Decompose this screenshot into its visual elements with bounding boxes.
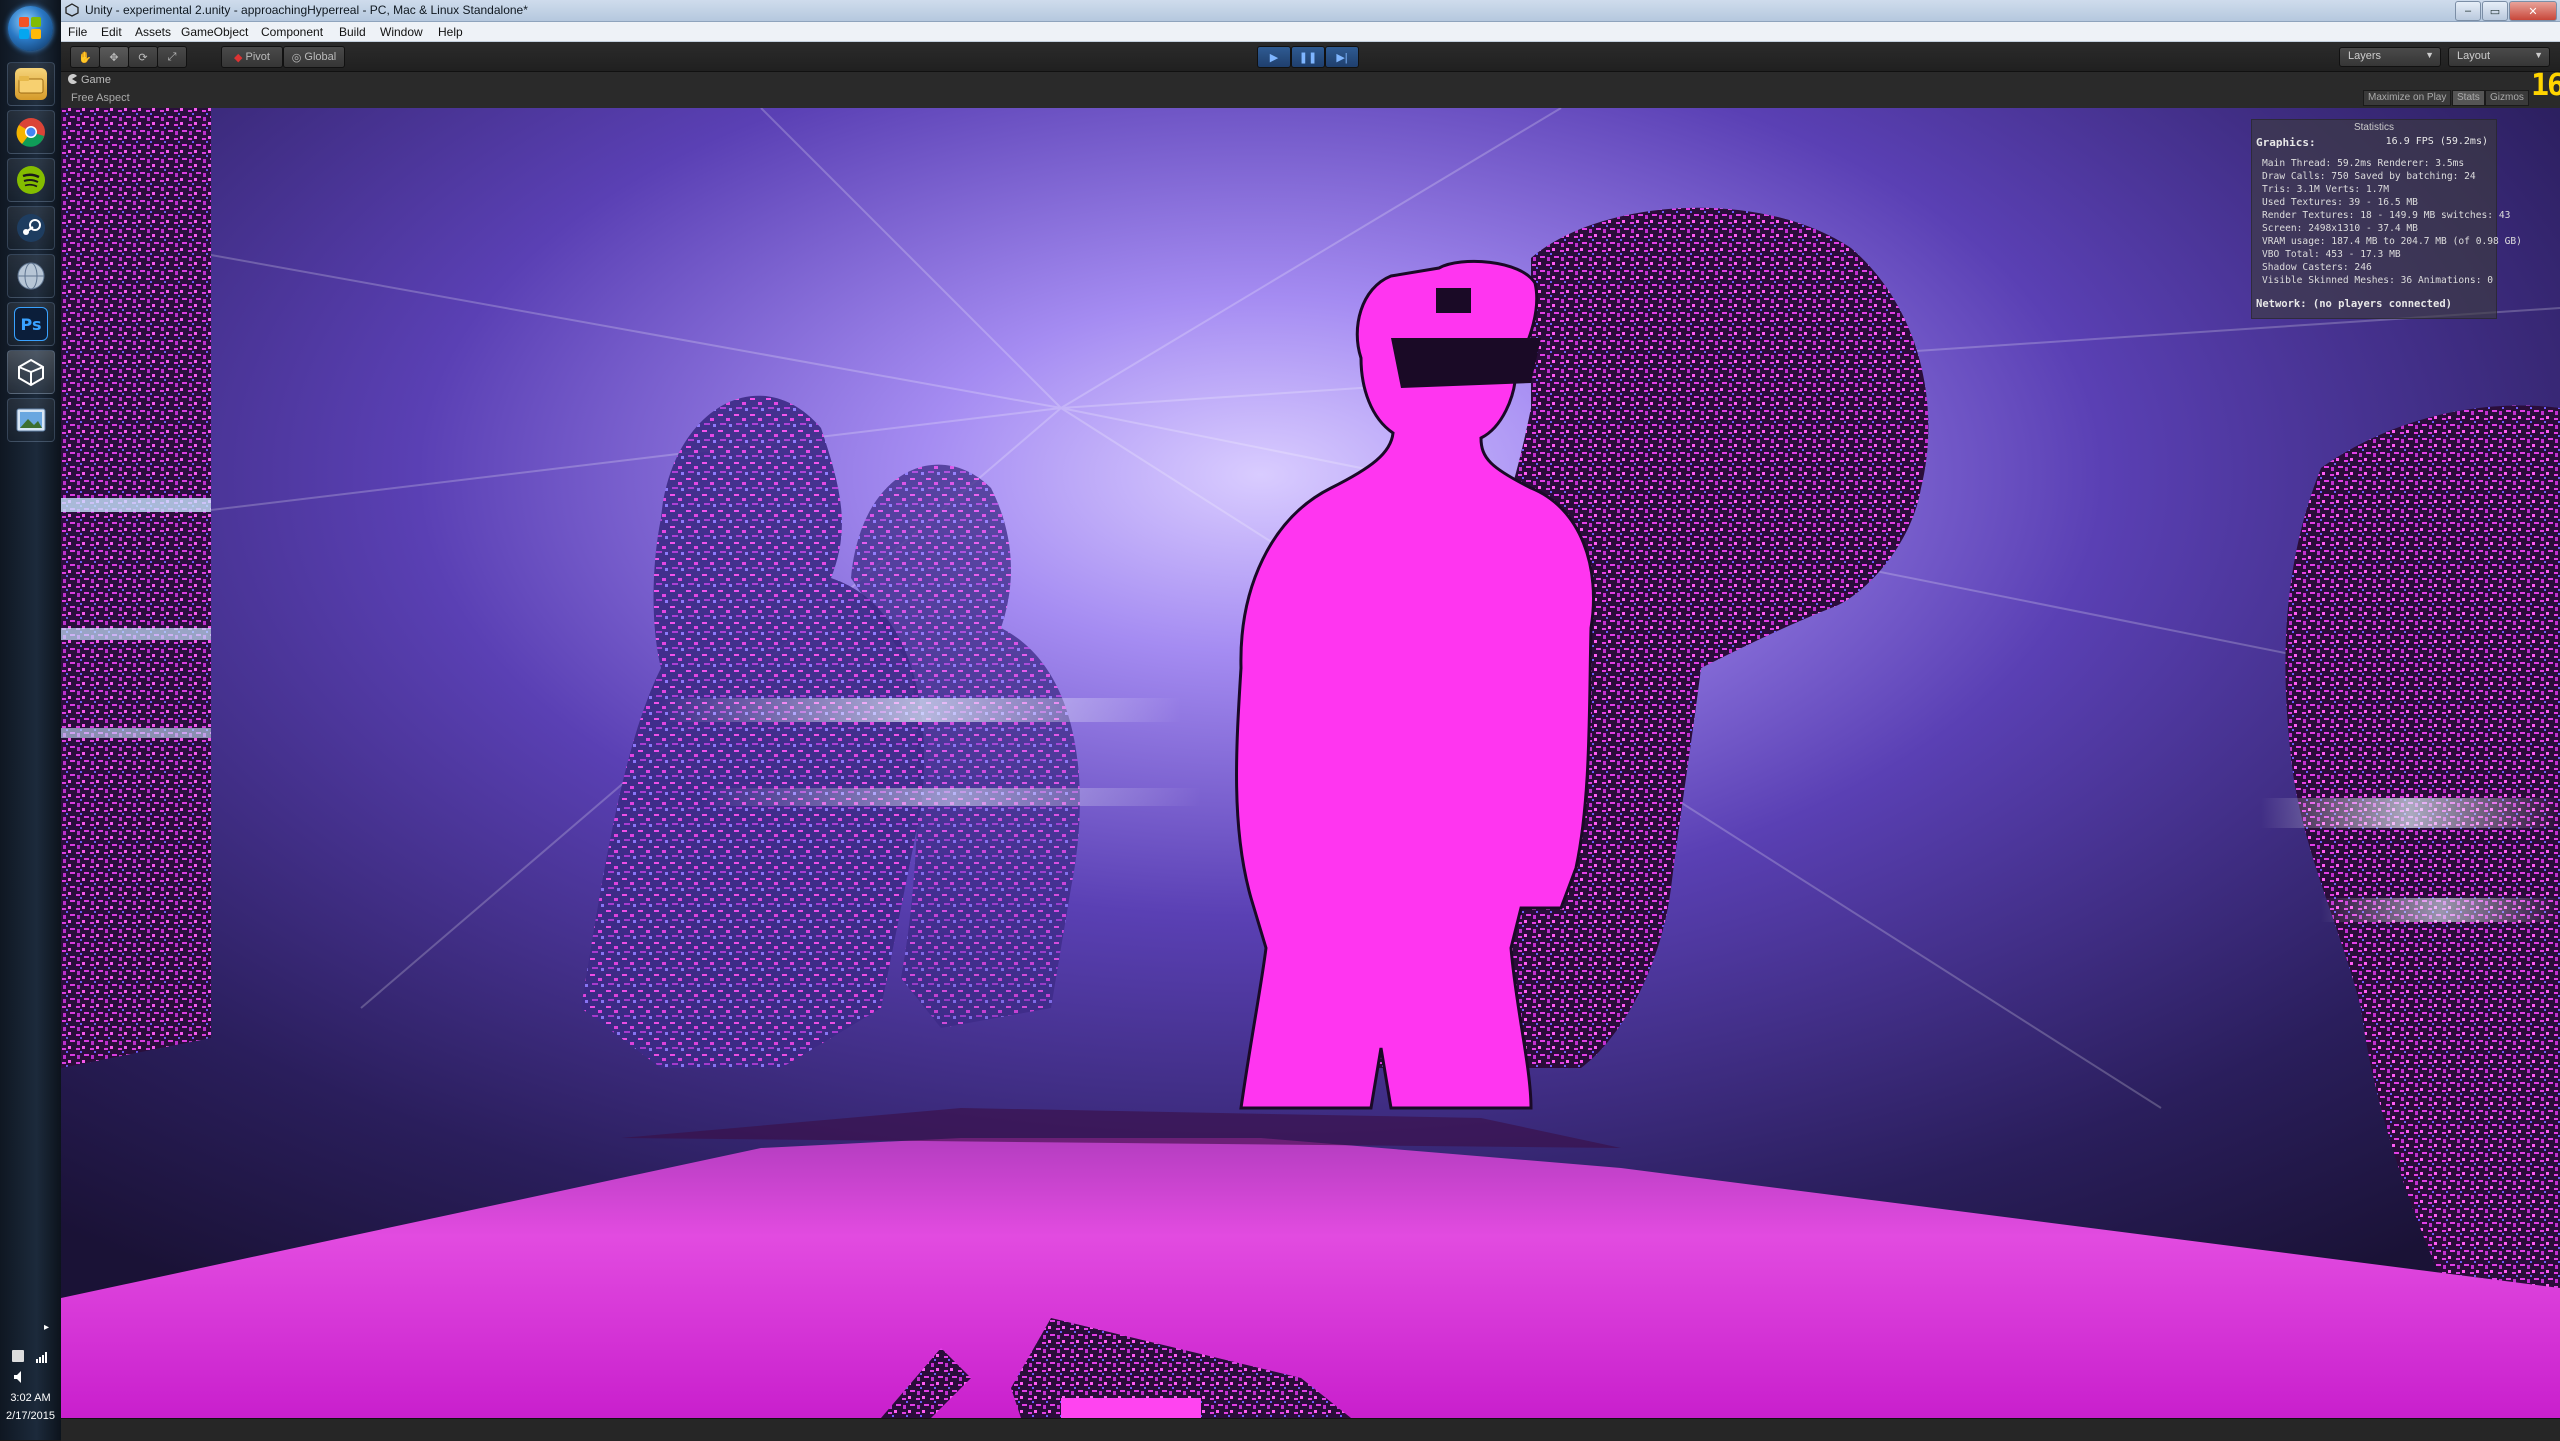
main-toolbar: ✋ ✥ ⟳ ⤢ ◆ Pivot ◎ Global ▶ ❚❚ ▶| Layers …	[61, 42, 2560, 72]
pivot-icon: ◆	[234, 51, 243, 64]
menu-gameobject[interactable]: GameObject	[181, 25, 248, 39]
network-tray-icon[interactable]	[36, 1350, 48, 1363]
taskbar-app[interactable]	[7, 254, 55, 298]
flag-tray-icon[interactable]	[12, 1350, 24, 1362]
taskbar-spotify[interactable]	[7, 158, 55, 202]
tray-expand-icon[interactable]: ▸	[44, 1322, 56, 1334]
photoshop-icon: Ps	[14, 307, 48, 341]
taskbar-steam[interactable]	[7, 206, 55, 250]
unity-editor-window: Unity - experimental 2.unity - approachi…	[61, 0, 2560, 1441]
stat-line: Main Thread: 59.2ms Renderer: 3.5ms	[2262, 158, 2465, 169]
taskbar-photoshop[interactable]: Ps	[7, 302, 55, 346]
chevron-down-icon: ▼	[2425, 50, 2434, 60]
layers-dropdown[interactable]: Layers ▼	[2339, 47, 2441, 67]
tab-game-label: Game	[81, 74, 111, 86]
minimize-button[interactable]: –	[2455, 1, 2481, 21]
scale-icon: ⤢	[167, 50, 177, 63]
stat-line: VBO Total: 453 - 17.3 MB	[2262, 249, 2401, 260]
hand-icon: ✋	[78, 51, 92, 64]
maximize-button[interactable]: ▭	[2482, 1, 2508, 21]
menu-edit[interactable]: Edit	[101, 25, 122, 39]
windows-flag-icon	[19, 17, 42, 40]
globe-icon	[15, 260, 47, 292]
stat-line: VRAM usage: 187.4 MB to 204.7 MB (of 0.9…	[2262, 236, 2522, 247]
pause-icon: ❚❚	[1298, 51, 1318, 64]
volume-tray-icon[interactable]	[14, 1370, 26, 1383]
tab-game[interactable]: Game	[67, 74, 111, 90]
stat-line: Shadow Casters: 246	[2262, 262, 2372, 273]
window-titlebar[interactable]: Unity - experimental 2.unity - approachi…	[61, 0, 2560, 22]
step-icon: ▶|	[1336, 51, 1348, 64]
stat-line: Draw Calls: 750 Saved by batching: 24	[2262, 171, 2476, 182]
game-view[interactable]: Statistics Graphics: 16.9 FPS (59.2ms) M…	[61, 108, 2560, 1418]
taskbar-chrome[interactable]	[7, 110, 55, 154]
spotify-icon	[15, 164, 47, 196]
menu-component[interactable]: Component	[261, 25, 323, 39]
stats-graphics-label: Graphics:	[2256, 136, 2316, 149]
taskbar-unity[interactable]	[7, 350, 55, 394]
global-icon: ◎	[291, 51, 302, 64]
layout-label: Layout	[2457, 50, 2491, 62]
stats-fps: 16.9 FPS (59.2ms)	[2385, 136, 2488, 147]
stat-line: Screen: 2498x1310 - 37.4 MB	[2262, 223, 2418, 234]
photo-viewer-icon	[15, 404, 47, 436]
game-render	[61, 108, 2560, 1418]
status-bar	[61, 1418, 2560, 1441]
chevron-down-icon: ▼	[2534, 50, 2543, 60]
play-icon: ▶	[1269, 51, 1279, 64]
stat-line: Tris: 3.1M Verts: 1.7M	[2262, 184, 2390, 195]
rotate-tool-button[interactable]: ⟳	[128, 46, 158, 68]
rotate-icon: ⟳	[138, 51, 148, 64]
step-button[interactable]: ▶|	[1325, 46, 1359, 68]
scale-tool-button[interactable]: ⤢	[157, 46, 187, 68]
stat-line: Used Textures: 39 - 16.5 MB	[2262, 197, 2418, 208]
unity-icon	[65, 3, 79, 17]
move-icon: ✥	[109, 51, 119, 64]
layers-label: Layers	[2348, 50, 2382, 62]
start-button[interactable]	[8, 6, 53, 51]
stat-line: Visible Skinned Meshes: 36 Animations: 0	[2262, 275, 2494, 286]
stats-title: Statistics	[2353, 122, 2394, 133]
menu-help[interactable]: Help	[438, 25, 463, 39]
steam-icon	[15, 212, 47, 244]
pivot-label: Pivot	[245, 51, 270, 63]
global-label: Global	[304, 51, 337, 63]
stat-line: Render Textures: 18 - 149.9 MB switches:…	[2262, 210, 2511, 221]
menu-build[interactable]: Build	[339, 25, 366, 39]
close-button[interactable]: ✕	[2509, 1, 2557, 21]
windows-taskbar: Ps ▸ 3:02 AM 2/17/2015	[0, 0, 62, 1440]
game-panel-header: Game Free Aspect Maximize on Play Stats …	[61, 72, 2560, 108]
maximize-on-play-toggle[interactable]: Maximize on Play	[2363, 90, 2452, 106]
gizmos-toggle[interactable]: Gizmos	[2485, 90, 2529, 106]
chrome-icon	[15, 116, 47, 148]
move-tool-button[interactable]: ✥	[99, 46, 129, 68]
menu-window[interactable]: Window	[380, 25, 423, 39]
pacman-icon	[67, 74, 77, 84]
window-title: Unity - experimental 2.unity - approachi…	[85, 3, 528, 17]
pivot-toggle[interactable]: ◆ Pivot	[221, 46, 283, 68]
stats-network: Network: (no players connected)	[2256, 298, 2452, 310]
taskbar-photo-viewer[interactable]	[7, 398, 55, 442]
menu-bar: File Edit Assets GameObject Component Bu…	[61, 22, 2560, 42]
aspect-dropdown[interactable]: Free Aspect	[71, 92, 130, 104]
play-button[interactable]: ▶	[1257, 46, 1291, 68]
fps-counter: 16	[2531, 68, 2560, 103]
menu-assets[interactable]: Assets	[135, 25, 171, 39]
statistics-panel: Statistics Graphics: 16.9 FPS (59.2ms) M…	[2251, 119, 2522, 319]
layout-dropdown[interactable]: Layout ▼	[2448, 47, 2550, 67]
stats-toggle[interactable]: Stats	[2452, 90, 2485, 106]
folder-icon	[15, 68, 47, 100]
global-toggle[interactable]: ◎ Global	[283, 46, 345, 68]
taskbar-explorer[interactable]	[7, 62, 55, 106]
menu-file[interactable]: File	[68, 25, 87, 39]
clock-date[interactable]: 2/17/2015	[0, 1410, 61, 1422]
pause-button[interactable]: ❚❚	[1291, 46, 1325, 68]
unity-icon	[15, 356, 47, 388]
clock-time[interactable]: 3:02 AM	[0, 1392, 61, 1404]
hand-tool-button[interactable]: ✋	[70, 46, 100, 68]
